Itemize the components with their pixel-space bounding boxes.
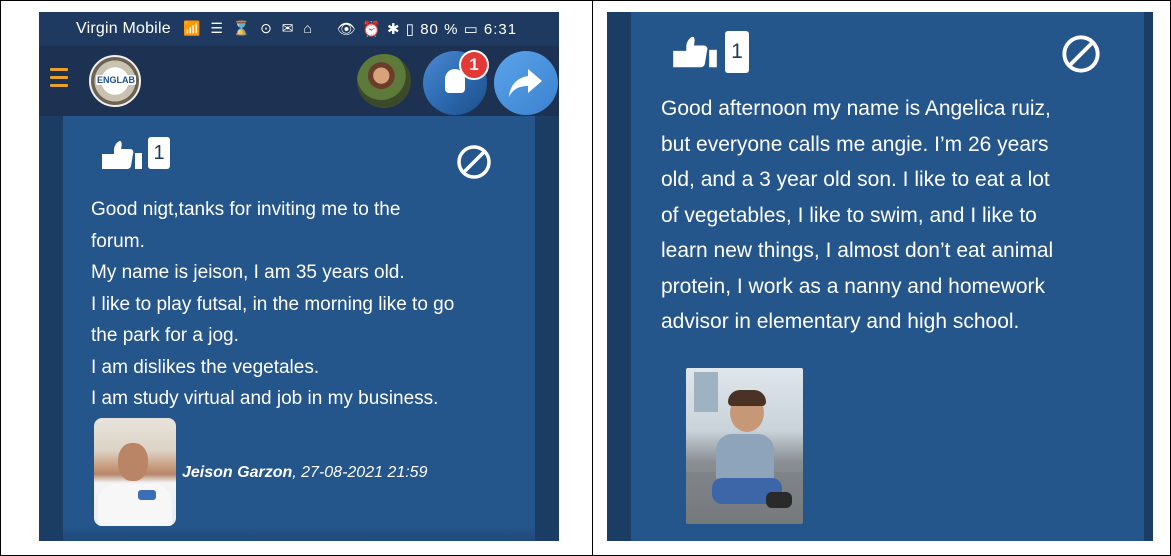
post-line: advisor in elementary and high school.: [661, 310, 1020, 333]
right-phone-screen: 1 Good afternoon my name is Angelica rui…: [607, 12, 1153, 541]
thumbs-up-icon[interactable]: [100, 140, 144, 170]
status-icons: 📶 ☰ ⌛ ⊙ ✉ ⌂: [183, 20, 315, 36]
thumbs-up-icon[interactable]: [671, 35, 719, 69]
post-body: Good afternoon my name is Angelica ruiz,…: [661, 91, 1053, 340]
post-line: learn new things, I almost don’t eat ani…: [661, 239, 1054, 262]
post-line: protein, I work as a nanny and homework: [661, 274, 1046, 298]
avatar[interactable]: [357, 54, 411, 108]
logo-text: ENGLAB: [96, 75, 136, 85]
post-line: Good nigt,tanks for inviting me to the: [91, 199, 401, 220]
post-line: old, and a 3 year old son. I like to eat…: [661, 168, 1050, 191]
app-bar: ENGLAB 1: [39, 46, 559, 116]
like-count: 1: [148, 137, 170, 169]
share-arrow-icon: [509, 69, 542, 97]
post-line: Good afternoon my name is Angelica ruiz,: [661, 97, 1051, 120]
post-line: I like to play futsal, in the morning li…: [91, 293, 455, 315]
battery-time-status: 👁 ⏰ ✱ ▯ 80 % ▭ 6:31: [337, 21, 518, 38]
post-line: but everyone calls me angie. I’m 26 year…: [661, 132, 1049, 156]
post-line: of vegetables, I like to swim, and I lik…: [661, 203, 1037, 227]
share-button[interactable]: [494, 51, 558, 115]
forum-post-card: 1 Good nigt,tanks for inviting me to the…: [63, 116, 535, 541]
post-line: forum.: [91, 230, 145, 252]
menu-icon[interactable]: [50, 68, 68, 88]
post-line: the park for a jog.: [91, 325, 239, 346]
post-body: Good nigt,tanks for inviting me to the f…: [91, 194, 454, 415]
post-date: , 27-08-2021 21:59: [292, 464, 428, 481]
post-line: I am study virtual and job in my busines…: [91, 388, 439, 409]
like-count: 1: [725, 31, 749, 73]
status-bar: Virgin Mobile 📶 ☰ ⌛ ⊙ ✉ ⌂ 👁 ⏰ ✱ ▯ 80 % ▭…: [39, 12, 559, 46]
app-logo[interactable]: ENGLAB: [89, 55, 141, 107]
post-line: I am dislikes the vegetales.: [91, 356, 320, 378]
block-icon[interactable]: [1061, 34, 1101, 74]
carrier-name: Virgin Mobile: [76, 20, 171, 37]
author-name[interactable]: Jeison Garzon: [182, 464, 292, 481]
block-icon[interactable]: [456, 144, 492, 180]
notification-badge: 1: [459, 50, 489, 80]
author-info: Jeison Garzon, 27-08-2021 21:59: [182, 464, 427, 482]
post-line: My name is jeison, I am 35 years old.: [91, 262, 405, 283]
forum-post-card: 1 Good afternoon my name is Angelica rui…: [631, 12, 1144, 541]
left-phone-screen: Virgin Mobile 📶 ☰ ⌛ ⊙ ✉ ⌂ 👁 ⏰ ✱ ▯ 80 % ▭…: [39, 12, 559, 541]
attached-photo[interactable]: [686, 368, 803, 524]
author-photo[interactable]: [94, 418, 176, 526]
